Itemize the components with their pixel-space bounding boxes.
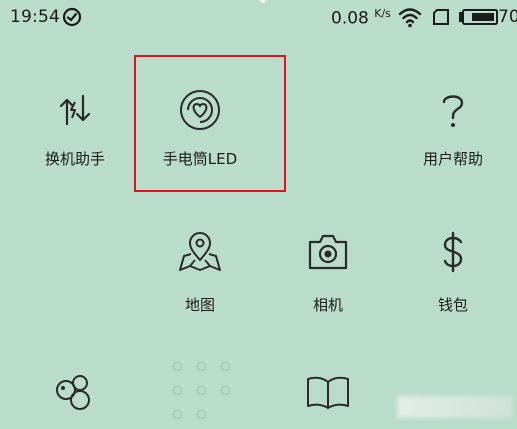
battery-icon [459,9,498,25]
app-flashlight[interactable]: 手电筒LED [140,88,260,169]
app-label: 用户帮助 [422,150,483,168]
app-map[interactable]: 地图 [140,230,260,315]
battery-percent: 70 [498,7,517,27]
wifi-icon [398,8,422,28]
phone-transfer-icon [59,94,91,126]
status-time: 19:54 [10,7,60,27]
app-camera[interactable]: 相机 [268,230,388,315]
app-label: 钱包 [437,296,468,314]
book-icon[interactable] [305,374,351,410]
camera-icon [308,234,348,270]
question-mark-icon [442,95,464,127]
map-pin-icon [179,232,221,271]
app-user-help[interactable]: 用户帮助 [393,88,513,169]
app-wallet[interactable]: 钱包 [393,230,513,315]
dollar-icon [443,231,463,273]
flashlight-heart-icon [180,90,220,130]
sim-card-icon [433,9,449,25]
app-label: 换机助手 [44,150,105,168]
app-phone-transfer[interactable]: 换机助手 [15,88,135,169]
sync-check-icon [62,7,82,27]
app-label: 地图 [184,296,215,314]
bubbles-icon[interactable] [52,370,98,414]
watermark-blur [397,396,512,418]
network-speed: 0.08 K/s [331,7,391,29]
status-bar: 19:54 0.08 K/s 70 [0,0,517,36]
app-grid-dots-icon[interactable] [163,360,243,420]
app-label: 手电筒LED [162,150,238,168]
app-label: 相机 [312,296,343,314]
